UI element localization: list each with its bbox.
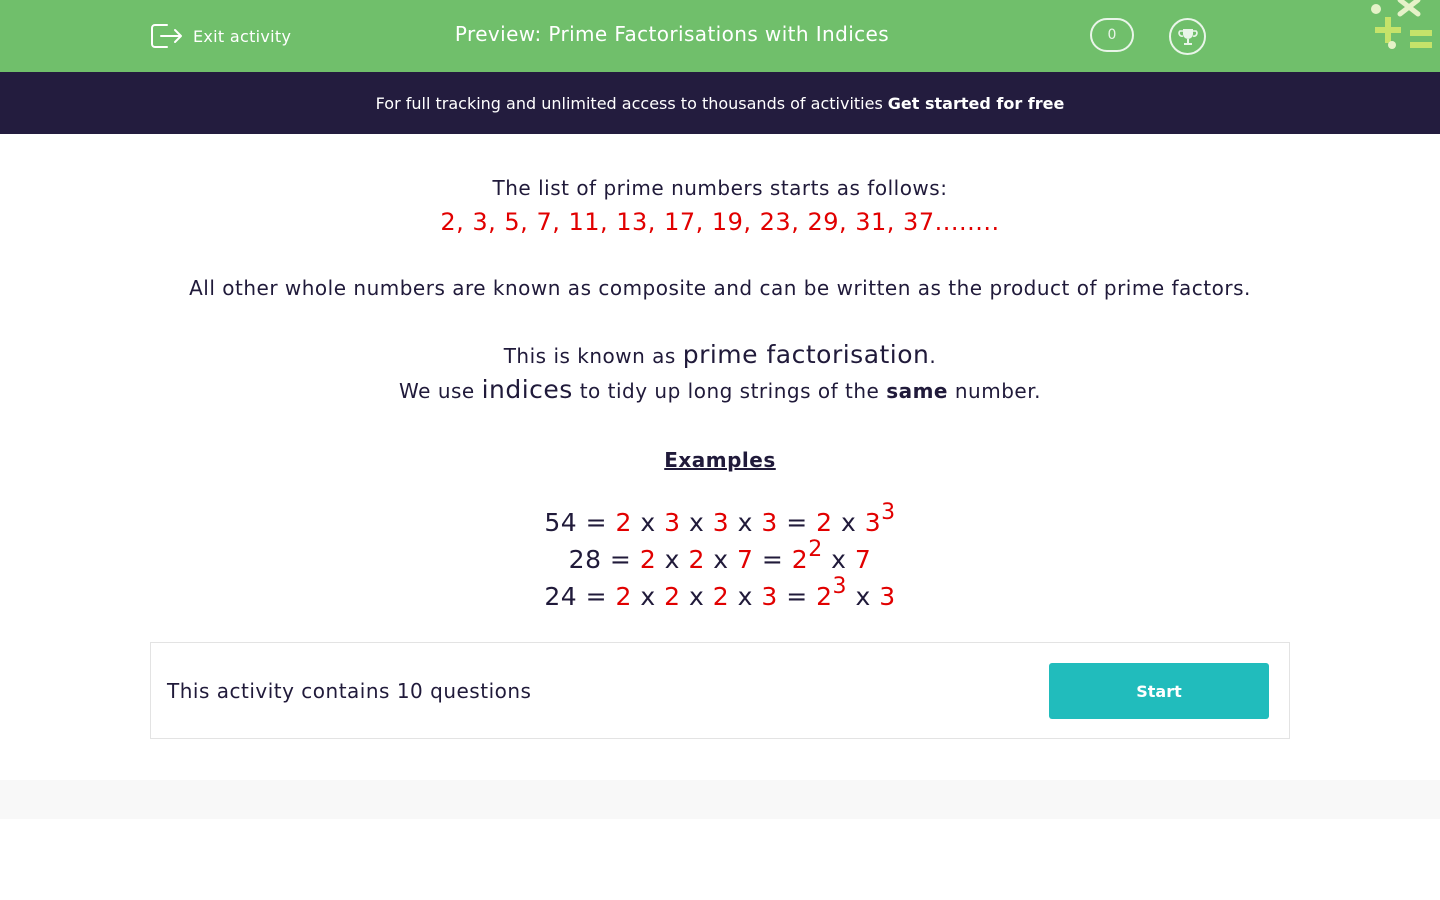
prime-factor: 3 [761, 508, 778, 537]
prime-factor: 2 [712, 582, 730, 611]
indices-suffix: number. [948, 379, 1041, 403]
banner-text: For full tracking and unlimited access t… [375, 93, 883, 113]
indices-line: We use indices to tidy up long strings o… [0, 375, 1440, 404]
prime-factor: 3 [712, 508, 730, 537]
prime-factor: 2 [615, 508, 632, 537]
prime-factor: 2 [664, 582, 681, 611]
question-count-text: This activity contains 10 questions [167, 679, 532, 703]
examples-heading: Examples [664, 448, 776, 472]
index-exponent: 3 [832, 574, 848, 599]
prime-factor: 3 [664, 508, 681, 537]
same-term: same [886, 379, 948, 403]
prime-factor: 2 [615, 582, 632, 611]
prime-factor: 2 [688, 545, 705, 574]
indices-term: indices [481, 375, 573, 404]
index-base: 2 [816, 508, 833, 537]
equation-lhs: 28 [568, 545, 602, 574]
example-equation: 24 = 2 x 2 x 2 x 3 = 23 x 3 [544, 574, 896, 612]
index-base: 3 [879, 582, 896, 611]
primes-heading: The list of prime numbers starts as foll… [492, 176, 948, 200]
example-equation: 28 = 2 x 2 x 7 = 22 x 7 [568, 537, 872, 575]
index-base: 7 [854, 545, 872, 574]
index-base: 2 [791, 545, 809, 574]
upgrade-banner: For full tracking and unlimited access t… [0, 72, 1440, 134]
brand-logo-icon [1371, 0, 1432, 49]
example-equation: 54 = 2 x 3 x 3 x 3 = 2 x 33 [544, 500, 896, 538]
start-button[interactable]: Start [1049, 663, 1269, 719]
prime-factorisation-term: prime factorisation [682, 340, 930, 369]
composite-text: All other whole numbers are known as com… [189, 276, 1251, 300]
index-base: 2 [816, 582, 833, 611]
index-base: 3 [864, 508, 882, 537]
indices-prefix: We use [399, 379, 482, 403]
prime-factor: 3 [761, 582, 778, 611]
intro-content: The list of prime numbers starts as foll… [0, 176, 1440, 615]
get-started-link[interactable]: Get started for free [888, 94, 1065, 113]
equation-lhs: 24 [544, 582, 578, 611]
prime-factor: 2 [639, 545, 657, 574]
known-prefix: This is known as [503, 344, 683, 368]
trophy-icon [1177, 28, 1198, 45]
primes-list: 2, 3, 5, 7, 11, 13, 17, 19, 23, 29, 31, … [440, 208, 1000, 236]
page-title: Preview: Prime Factorisations with Indic… [454, 22, 890, 46]
known-as-line: This is known as prime factorisation. [0, 340, 1440, 369]
prime-factor: 7 [737, 545, 754, 574]
activity-card: This activity contains 10 questions Star… [150, 642, 1290, 739]
index-exponent: 3 [881, 500, 896, 525]
top-bar: Exit activity Preview: Prime Factorisati… [0, 0, 1440, 72]
index-exponent: 2 [808, 537, 823, 562]
footer-strip [0, 780, 1440, 819]
indices-middle: to tidy up long strings of the [572, 379, 887, 403]
examples-list: 54 = 2 x 3 x 3 x 3 = 2 x 33 28 = 2 x 2 x … [0, 500, 1440, 615]
equation-lhs: 54 [544, 508, 578, 537]
trophy-button[interactable] [1169, 18, 1206, 55]
known-suffix: . [929, 344, 937, 368]
score-badge: 0 [1090, 18, 1134, 52]
